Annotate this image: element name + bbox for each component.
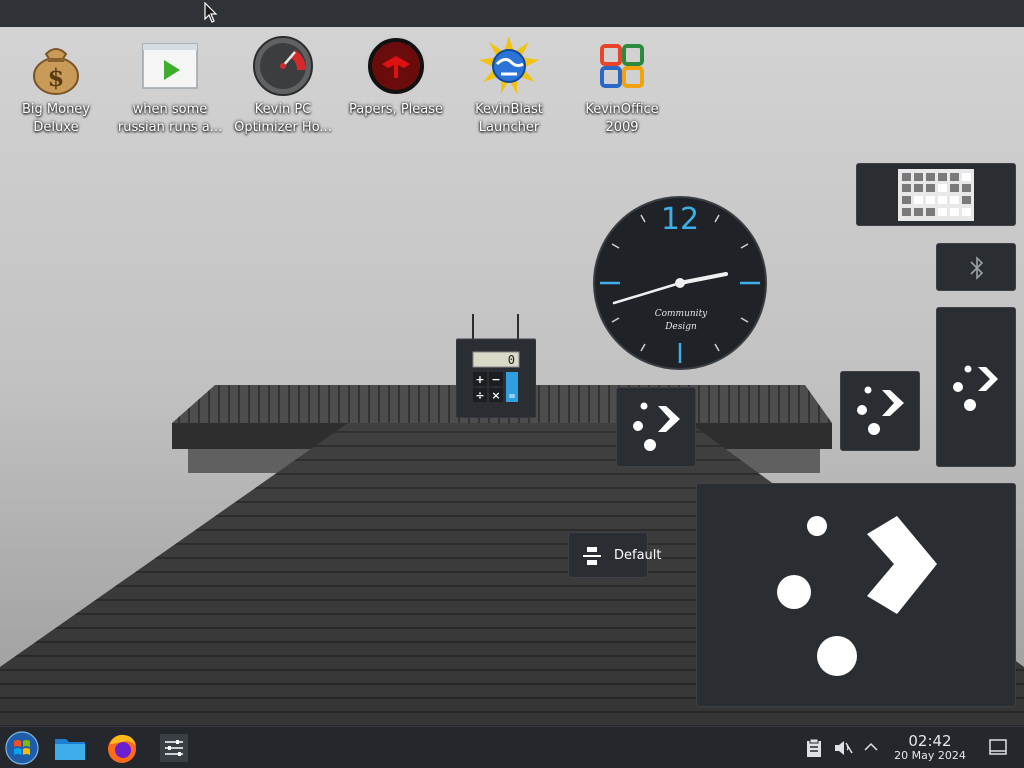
show-desktop-icon[interactable] xyxy=(989,739,1007,755)
plasma-logo-icon xyxy=(953,365,998,411)
calculator-key-equals[interactable]: = xyxy=(508,392,516,402)
video-player-icon xyxy=(142,43,198,89)
clock-brand-line1: Community xyxy=(655,309,708,319)
desktop-icon-label: KevinOffice 2009 xyxy=(585,102,659,135)
taskbar-settings-button[interactable] xyxy=(156,730,192,766)
grid-icon xyxy=(898,169,974,221)
chevron-up-icon[interactable] xyxy=(863,740,879,754)
taskbar-file-manager-button[interactable] xyxy=(52,730,88,766)
globe-sun-icon xyxy=(479,36,539,94)
desktop-icon-label: Kevin PC Optimizer Ho... xyxy=(234,102,332,135)
plasma-logo-icon xyxy=(857,386,904,435)
calculator-display: 0 xyxy=(508,353,515,367)
desktop-icon-label: Big Money Deluxe xyxy=(21,102,90,135)
speedometer-icon xyxy=(253,36,313,96)
calculator-key-minus[interactable]: − xyxy=(491,373,500,386)
desktop-icon-label: KevinBlast Launcher xyxy=(475,102,543,135)
plasma-logo-icon xyxy=(633,402,680,451)
desktop-icon-label: Papers, Please xyxy=(348,102,444,117)
volume-muted-icon[interactable] xyxy=(833,738,853,758)
clock-brand-line2: Design xyxy=(664,322,697,332)
clock-numeral: 12 xyxy=(661,202,699,237)
mouse-cursor-icon xyxy=(204,2,218,23)
papers-please-icon xyxy=(366,36,426,96)
default-label: Default xyxy=(614,548,662,563)
pager-widget[interactable] xyxy=(856,163,1016,226)
bluetooth-widget[interactable] xyxy=(936,243,1016,291)
calculator-key-multiply[interactable]: × xyxy=(491,389,500,402)
bluetooth-icon xyxy=(970,256,984,280)
desktop-icon-kevinblast-launcher[interactable]: KevinBlast Launcher xyxy=(454,34,564,137)
desktop-icon-kevin-pc-optimizer[interactable]: Kevin PC Optimizer Ho... xyxy=(228,34,338,137)
plasma-logo-widget-large[interactable] xyxy=(696,483,1016,707)
desktop-icon-kevinoffice-2009[interactable]: KevinOffice 2009 xyxy=(567,34,677,137)
svg-text:$: $ xyxy=(48,63,65,92)
split-icon xyxy=(583,547,601,565)
plasma-logo-widget-small-left[interactable] xyxy=(616,387,696,467)
default-profile-widget[interactable]: Default xyxy=(568,532,662,578)
top-panel xyxy=(0,0,1024,27)
desktop-icon-papers-please[interactable]: Papers, Please xyxy=(341,34,451,119)
desktop-icon-russian-video[interactable]: when some russian runs a... xyxy=(115,34,225,137)
calculator-key-plus[interactable]: + xyxy=(475,373,484,386)
desktop-icon-big-money-deluxe[interactable]: $ Big Money Deluxe xyxy=(1,34,111,137)
money-bag-icon: $ xyxy=(33,48,79,95)
calculator-widget[interactable]: 0 + − ÷ × = xyxy=(456,312,536,418)
plasma-logo-widget-small-right[interactable] xyxy=(840,371,920,451)
folder-icon xyxy=(55,739,85,760)
start-orb-icon xyxy=(5,731,39,765)
taskbar-firefox-button[interactable] xyxy=(104,730,140,766)
clipboard-icon[interactable] xyxy=(805,738,823,758)
start-menu-button[interactable] xyxy=(4,730,40,766)
plasma-logo-icon xyxy=(777,516,937,676)
office-suite-icon xyxy=(600,44,644,88)
plasma-logo-widget-tall[interactable] xyxy=(936,307,1016,467)
firefox-icon xyxy=(108,734,136,763)
taskbar-clock-date[interactable]: 20 May 2024 xyxy=(886,749,974,762)
desktop-icon-label: when some russian runs a... xyxy=(117,102,223,135)
analog-clock-widget[interactable]: 12 Community Design xyxy=(592,195,768,371)
taskbar: 02:42 20 May 2024 xyxy=(0,726,1024,768)
sliders-icon xyxy=(160,734,188,762)
calculator-key-divide[interactable]: ÷ xyxy=(475,389,484,402)
taskbar-clock-time[interactable]: 02:42 xyxy=(890,732,970,750)
